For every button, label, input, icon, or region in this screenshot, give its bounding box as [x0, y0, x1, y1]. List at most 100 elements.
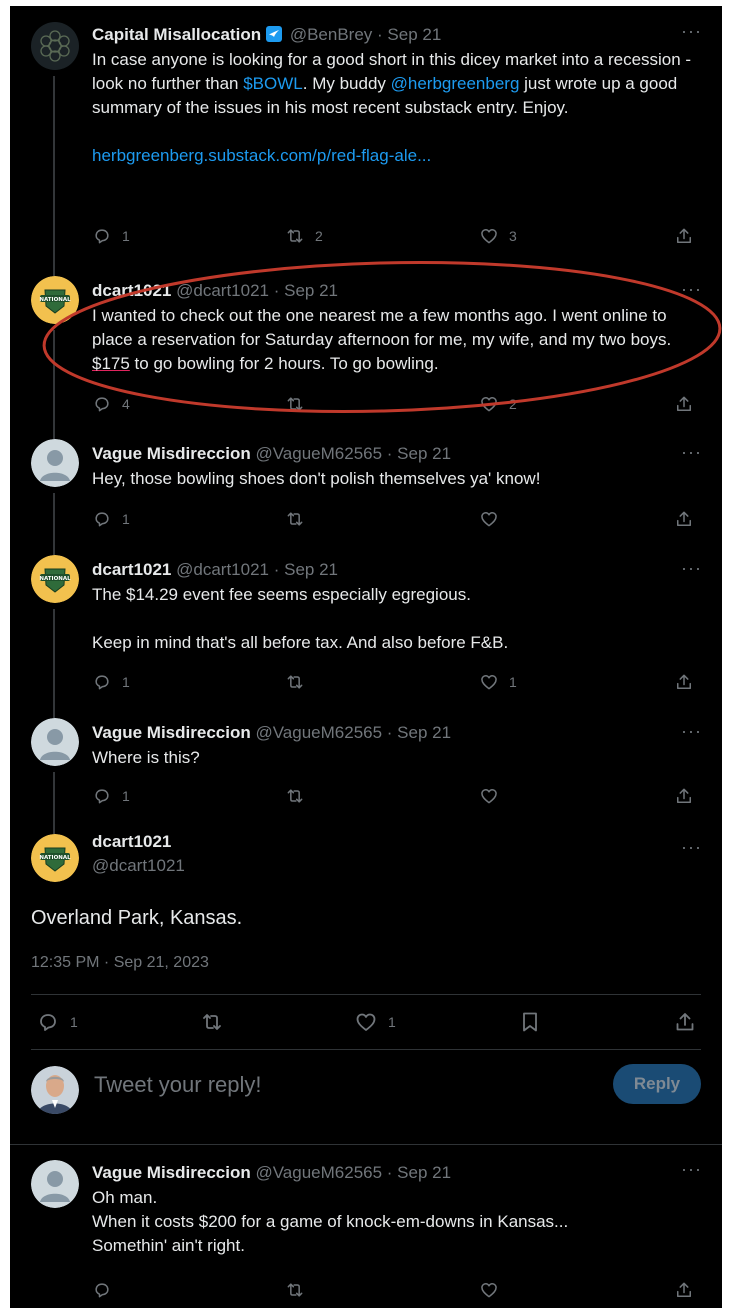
tweet-actions: [92, 1278, 704, 1302]
avatar[interactable]: NATIONAL: [31, 276, 79, 324]
share-button[interactable]: [674, 507, 694, 531]
reply-input[interactable]: Tweet your reply!: [94, 1072, 262, 1098]
handle[interactable]: @dcart1021: [92, 854, 185, 878]
display-name[interactable]: Capital Misallocation: [92, 25, 261, 44]
verified-badge-icon: [265, 25, 283, 49]
tweet-dcart-reservation[interactable]: NATIONAL dcart1021 @dcart1021 · Sep 21 ·…: [10, 264, 722, 427]
more-options-icon[interactable]: ···: [681, 722, 702, 740]
avatar[interactable]: [31, 22, 79, 70]
handle[interactable]: @BenBrey: [290, 25, 372, 44]
bookmark-button[interactable]: [518, 1010, 542, 1034]
tweet-text-line: Where is this?: [92, 748, 200, 767]
tweet-vague-shoes[interactable]: Vague Misdireccion @VagueM62565 · Sep 21…: [10, 427, 722, 543]
display-name[interactable]: Vague Misdireccion: [92, 444, 251, 463]
retweet-button[interactable]: 2: [285, 224, 323, 248]
reply-icon: [95, 1283, 109, 1298]
retweet-button[interactable]: [285, 392, 305, 416]
display-name[interactable]: dcart1021: [92, 560, 171, 579]
more-options-icon[interactable]: ···: [681, 559, 702, 577]
reply-button[interactable]: [92, 1278, 112, 1302]
share-icon: [676, 1013, 694, 1031]
timestamp[interactable]: · Sep 21: [387, 1163, 451, 1182]
display-name[interactable]: dcart1021: [92, 830, 185, 854]
handle[interactable]: @VagueM62565: [255, 444, 382, 463]
tweet-text: Where is this?: [92, 746, 712, 770]
like-button[interactable]: 3: [479, 224, 517, 248]
avatar[interactable]: [31, 1160, 79, 1208]
retweet-button[interactable]: [285, 670, 305, 694]
share-button[interactable]: [673, 1010, 697, 1034]
retweet-icon: [287, 229, 303, 243]
mention-link[interactable]: @herbgreenberg: [391, 74, 520, 93]
timestamp[interactable]: · Sep 21: [387, 444, 451, 463]
reply-count: 4: [122, 396, 130, 412]
share-button[interactable]: [674, 392, 694, 416]
like-button[interactable]: 1: [479, 670, 517, 694]
like-button[interactable]: 1: [354, 1010, 396, 1034]
handle[interactable]: @dcart1021: [176, 560, 269, 579]
timestamp[interactable]: · Sep 21: [387, 723, 451, 742]
more-options-icon[interactable]: ···: [681, 443, 702, 461]
thread-line: [53, 493, 55, 543]
more-options-icon[interactable]: ···: [681, 1160, 702, 1178]
main-tweet[interactable]: NATIONAL dcart1021 @dcart1021 ··· Overla…: [10, 822, 722, 1050]
more-options-icon[interactable]: ···: [681, 280, 702, 298]
my-avatar[interactable]: [31, 1066, 79, 1114]
retweet-button[interactable]: [285, 784, 305, 808]
like-button[interactable]: [479, 784, 499, 808]
share-button[interactable]: [674, 784, 694, 808]
tweet-dcart-fee[interactable]: NATIONAL dcart1021 @dcart1021 · Sep 21 ·…: [10, 543, 722, 706]
timestamp[interactable]: · Sep 21: [274, 560, 338, 579]
reply-icon: [95, 512, 109, 527]
timestamp[interactable]: · Sep 21: [274, 281, 338, 300]
timestamp[interactable]: · Sep 21: [377, 25, 441, 44]
tweet-capital-misallocation[interactable]: Capital Misallocation @BenBrey · Sep 21 …: [10, 6, 722, 264]
reply-button[interactable]: 4: [92, 392, 130, 416]
tweet-text: Hey, those bowling shoes don't polish th…: [92, 467, 712, 491]
retweet-button[interactable]: [200, 1010, 224, 1034]
thread-line: [53, 543, 55, 555]
tweet-header: Vague Misdireccion @VagueM62565 · Sep 21: [92, 443, 451, 465]
handle[interactable]: @dcart1021: [176, 281, 269, 300]
like-button[interactable]: [479, 507, 499, 531]
retweet-icon: [287, 1283, 303, 1297]
avatar[interactable]: [31, 718, 79, 766]
share-icon: [677, 396, 691, 411]
main-tweet-timestamp[interactable]: 12:35 PM · Sep 21, 2023: [31, 954, 209, 972]
share-button[interactable]: [674, 670, 694, 694]
display-name[interactable]: Vague Misdireccion: [92, 723, 251, 742]
tweet-text-line: When it costs $200 for a game of knock-e…: [92, 1212, 569, 1231]
tweet-actions: 1 2 3: [92, 224, 704, 248]
share-button[interactable]: [674, 1278, 694, 1302]
tweet-vague-where[interactable]: Vague Misdireccion @VagueM62565 · Sep 21…: [10, 706, 722, 822]
like-button[interactable]: 2: [479, 392, 517, 416]
more-options-icon[interactable]: ···: [681, 22, 702, 40]
share-button[interactable]: [674, 224, 694, 248]
heart-icon: [481, 397, 497, 412]
retweet-button[interactable]: [285, 507, 305, 531]
reply-button[interactable]: 1: [92, 224, 130, 248]
main-tweet-text: Overland Park, Kansas.: [31, 907, 243, 929]
avatar[interactable]: [31, 439, 79, 487]
like-button[interactable]: [479, 1278, 499, 1302]
handle[interactable]: @VagueM62565: [255, 723, 382, 742]
thread-line: [53, 330, 55, 427]
reply-button[interactable]: 1: [92, 784, 130, 808]
reply-button[interactable]: 1: [92, 507, 130, 531]
display-name[interactable]: dcart1021: [92, 281, 171, 300]
reply-button[interactable]: 1: [92, 670, 130, 694]
reply-button[interactable]: 1: [36, 1010, 78, 1034]
cashtag-link[interactable]: $BOWL: [243, 74, 303, 93]
price-text: $175: [92, 354, 130, 373]
display-name[interactable]: Vague Misdireccion: [92, 1163, 251, 1182]
handle[interactable]: @VagueM62565: [255, 1163, 382, 1182]
more-options-icon[interactable]: ···: [681, 838, 702, 856]
url-link[interactable]: herbgreenberg.substack.com/p/red-flag-al…: [92, 146, 431, 165]
avatar[interactable]: NATIONAL: [31, 555, 79, 603]
tweet-text: Oh man. When it costs $200 for a game of…: [92, 1186, 712, 1258]
thread-line: [53, 772, 55, 822]
reply-submit-button[interactable]: Reply: [613, 1064, 701, 1104]
tweet-vague-kansas[interactable]: Vague Misdireccion @VagueM62565 · Sep 21…: [10, 1144, 722, 1308]
retweet-button[interactable]: [285, 1278, 305, 1302]
avatar[interactable]: NATIONAL: [31, 834, 79, 882]
